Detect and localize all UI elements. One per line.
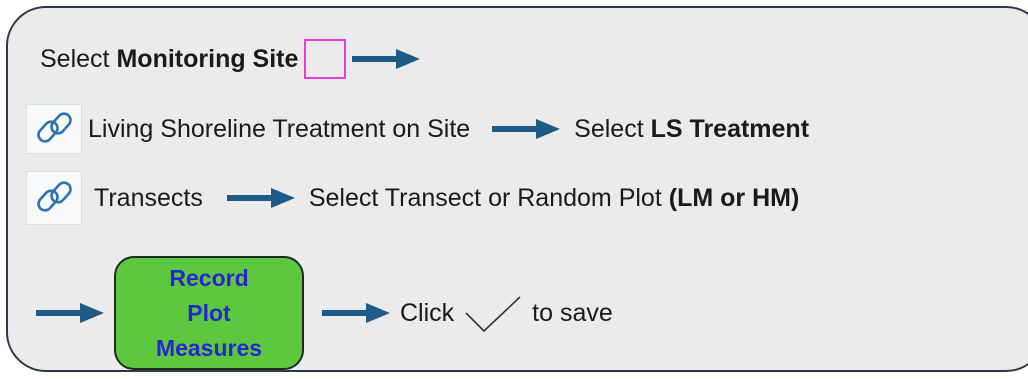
- transects-link-text[interactable]: Transects: [94, 184, 203, 213]
- right-arrow-icon: [322, 302, 390, 324]
- right-arrow-icon: [226, 187, 295, 209]
- checkmark-icon[interactable]: [462, 291, 524, 335]
- lm-or-hm-label: (LM or HM): [668, 183, 800, 212]
- step-record-plot-measures: Record Plot Measures Click to save: [36, 255, 613, 371]
- button-line: Measures: [155, 334, 263, 361]
- monitoring-site-label: Monitoring Site: [116, 44, 299, 73]
- button-line: Plot: [187, 299, 231, 326]
- right-arrow-icon: [492, 118, 561, 140]
- ls-treatment-label: LS Treatment: [650, 114, 810, 143]
- to-save-label: to save: [532, 298, 613, 327]
- link-icon[interactable]: [26, 104, 82, 154]
- monitoring-site-box[interactable]: [304, 39, 347, 79]
- select-transect-text: Select Transect or Random Plot: [308, 183, 662, 212]
- right-arrow-icon: [36, 302, 104, 324]
- click-label: Click: [400, 298, 455, 327]
- step-living-shoreline: Living Shoreline Treatment on Site Selec…: [26, 104, 810, 154]
- record-plot-measures-button[interactable]: Record Plot Measures: [114, 256, 304, 370]
- step-select-monitoring-site: Select Monitoring Site: [40, 36, 421, 82]
- button-line: Record: [169, 264, 249, 291]
- select-label: Select: [40, 44, 110, 73]
- living-shoreline-link-text[interactable]: Living Shoreline Treatment on Site: [88, 115, 470, 144]
- link-icon[interactable]: [26, 171, 82, 225]
- right-arrow-icon: [352, 48, 421, 70]
- step-transects: Transects Select Transect or Random Plot…: [26, 171, 800, 225]
- select-label: Select: [574, 114, 644, 143]
